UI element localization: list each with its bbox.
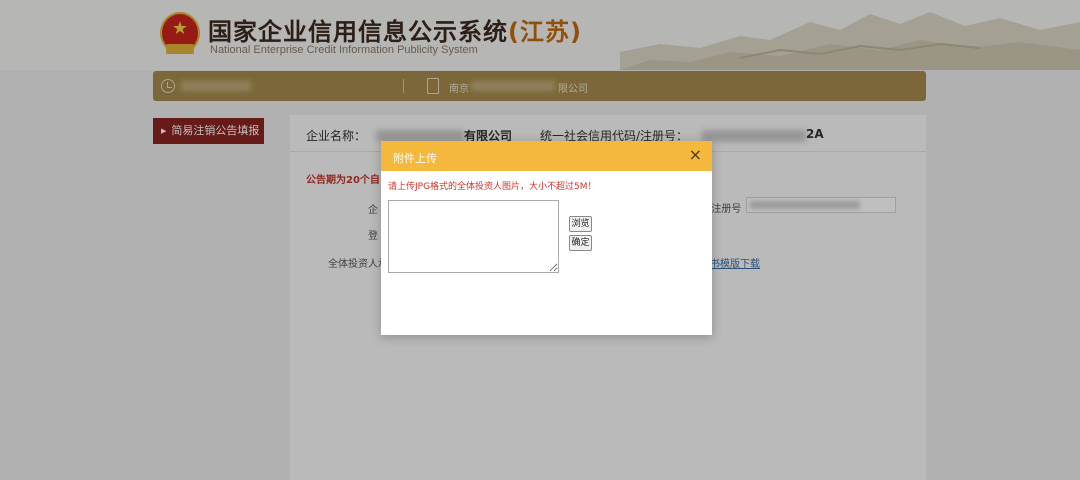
file-preview-area[interactable] — [388, 200, 559, 273]
browse-button[interactable]: 浏览 — [569, 216, 592, 232]
upload-hint: 请上传JPG格式的全体投资人图片，大小不超过5M！ — [388, 182, 597, 192]
dialog-title: 附件上传 — [393, 152, 437, 165]
confirm-button[interactable]: 确定 — [569, 235, 592, 251]
dialog-header: 附件上传 × — [381, 141, 712, 171]
attachment-upload-dialog: 附件上传 × 请上传JPG格式的全体投资人图片，大小不超过5M！ 浏览 确定 — [381, 141, 712, 335]
close-icon[interactable]: × — [689, 146, 702, 164]
